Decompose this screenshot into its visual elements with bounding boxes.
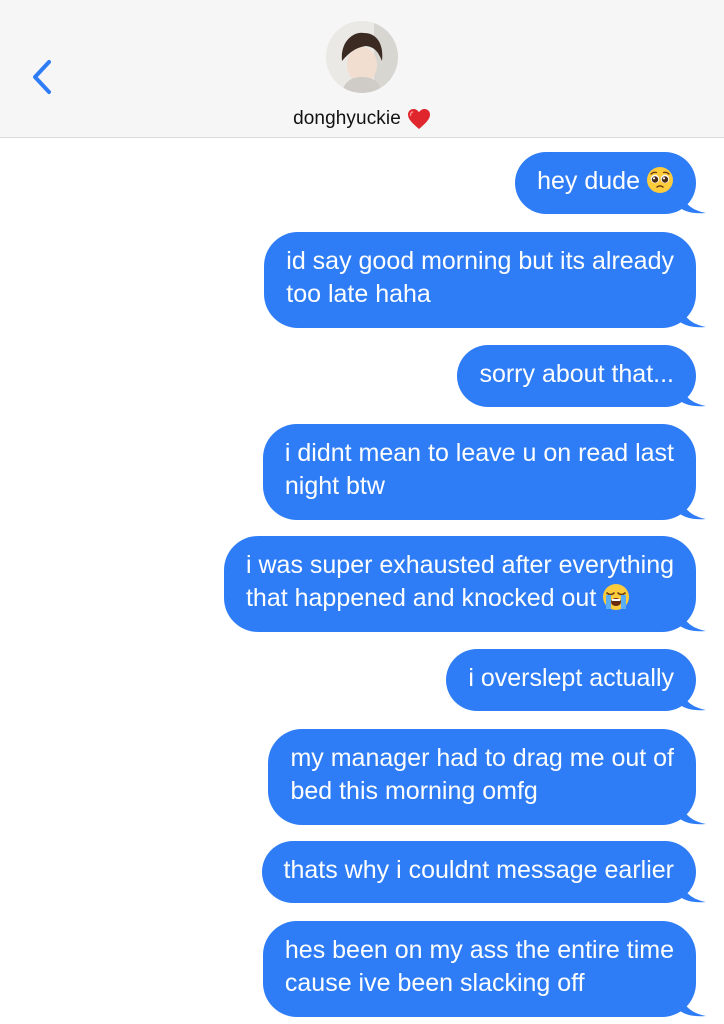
message-text: my manager had to drag me out of [290,744,674,772]
message-bubble[interactable]: id say good morning but its already too … [264,232,706,328]
message-text: that happened and knocked out [245,584,597,612]
bubble-tail [680,498,706,520]
message-text: i overslept actually [468,664,674,692]
message-bubble[interactable]: hey dude [515,152,706,214]
message-text: cause ive been slacking off [284,969,585,997]
message-bubble[interactable]: my manager had to drag me out of bed thi… [268,729,706,825]
bubble-tail [680,385,706,407]
message-text: i was super exhausted after everything [245,551,674,579]
pleading-face-icon [647,167,673,193]
message-text: bed this morning omfg [290,777,538,805]
chevron-left-icon[interactable] [31,59,53,95]
bubble-tail [680,306,706,328]
bubble-tail [680,192,706,214]
avatar[interactable] [326,21,398,93]
conversation-header: donghyuckie [0,0,724,138]
message-text: thats why i couldnt message earlier [283,856,674,884]
message-bubble[interactable]: thats why i couldnt message earlier [261,841,706,903]
message-bubble[interactable]: i overslept actually [446,649,706,711]
bubble-tail [680,689,706,711]
bubble-tail [680,803,706,825]
contact-photo [326,21,398,93]
contact-name[interactable]: donghyuckie [293,108,401,130]
back-button[interactable] [22,54,62,100]
message-bubble[interactable]: hes been on my ass the entire time cause… [262,921,706,1017]
message-text: id say good morning but its already [286,247,674,275]
bubble-tail [680,881,706,903]
message-text: sorry about that... [479,360,674,388]
message-text: hes been on my ass the entire time [284,936,674,964]
message-text: hey dude [537,167,640,195]
message-text: night btw [284,472,385,500]
bubble-tail [680,610,706,632]
loudly-crying-face-icon [603,584,630,610]
message-bubble[interactable]: i was super exhausted after everything t… [223,536,706,632]
message-bubble[interactable]: sorry about that... [457,345,706,407]
message-bubble[interactable]: i didnt mean to leave u on read last nig… [262,424,706,520]
contact-name-row[interactable]: donghyuckie [0,104,724,134]
red-heart-icon [407,109,430,129]
message-text: i didnt mean to leave u on read last [284,439,674,467]
bubble-tail [680,995,706,1017]
message-text: too late haha [286,280,431,308]
